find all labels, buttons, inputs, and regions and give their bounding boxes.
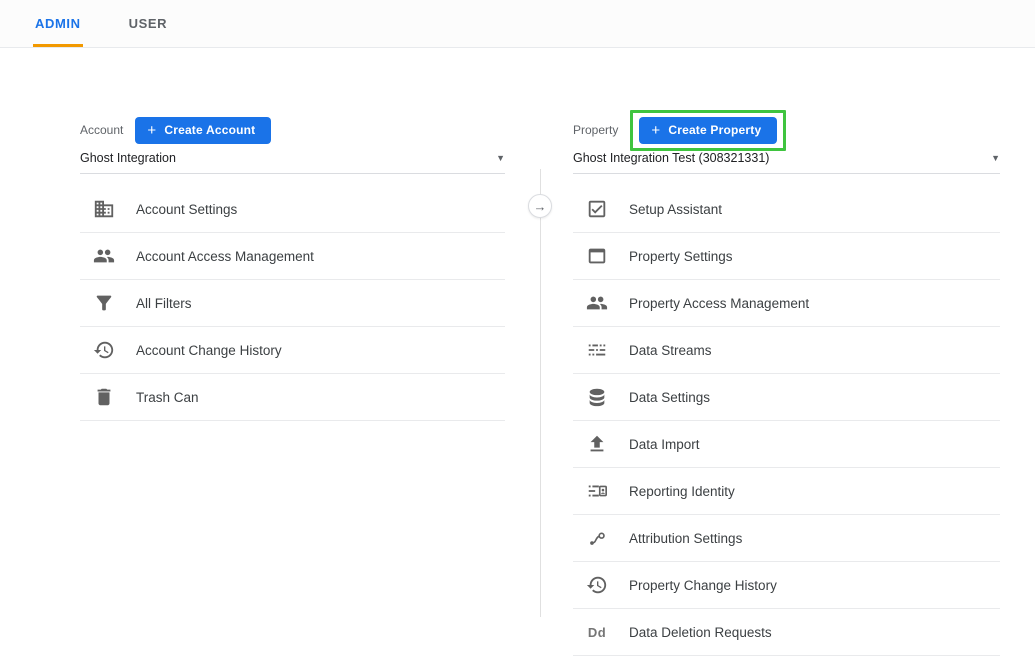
menu-item-label: All Filters: [136, 296, 192, 311]
account-menu: Account Settings Account Access Managemen…: [80, 186, 505, 421]
menu-item-label: Property Change History: [629, 578, 777, 593]
database-icon: [585, 385, 609, 409]
admin-user-tabbar: ADMIN USER: [0, 0, 1035, 48]
create-property-button[interactable]: + Create Property: [639, 117, 777, 144]
reporting-identity-icon: [585, 479, 609, 503]
trash-icon: [92, 385, 116, 409]
menu-item-data-deletion-requests[interactable]: Dd Data Deletion Requests: [573, 609, 1000, 656]
menu-item-label: Setup Assistant: [629, 202, 722, 217]
property-label: Property: [573, 123, 618, 137]
menu-item-data-streams[interactable]: Data Streams: [573, 327, 1000, 374]
tab-user[interactable]: USER: [129, 0, 168, 47]
menu-item-label: Property Settings: [629, 249, 733, 264]
arrow-right-icon: →: [534, 200, 547, 213]
account-selector-value: Ghost Integration: [80, 151, 176, 165]
people-icon: [92, 244, 116, 268]
web-asset-icon: [585, 244, 609, 268]
menu-item-property-access-management[interactable]: Property Access Management: [573, 280, 1000, 327]
people-icon: [585, 291, 609, 315]
menu-item-setup-assistant[interactable]: Setup Assistant: [573, 186, 1000, 233]
property-selector[interactable]: Ghost Integration Test (308321331) ▼: [573, 151, 1000, 174]
dropdown-arrow-icon: ▼: [991, 153, 1000, 163]
menu-item-label: Reporting Identity: [629, 484, 735, 499]
menu-item-label: Data Import: [629, 437, 700, 452]
create-account-label: Create Account: [164, 123, 255, 137]
create-account-button[interactable]: + Create Account: [135, 117, 271, 144]
menu-item-label: Data Settings: [629, 390, 710, 405]
create-property-label: Create Property: [668, 123, 761, 137]
history-icon: [92, 338, 116, 362]
menu-item-account-change-history[interactable]: Account Change History: [80, 327, 505, 374]
attribution-icon: [585, 526, 609, 550]
property-header: Property + Create Property: [573, 109, 1000, 151]
menu-item-attribution-settings[interactable]: Attribution Settings: [573, 515, 1000, 562]
menu-item-trash-can[interactable]: Trash Can: [80, 374, 505, 421]
menu-item-label: Account Access Management: [136, 249, 314, 264]
menu-item-data-settings[interactable]: Data Settings: [573, 374, 1000, 421]
property-menu: Setup Assistant Property Settings Property…: [573, 186, 1000, 656]
account-header: Account + Create Account: [80, 109, 505, 151]
menu-item-label: Account Change History: [136, 343, 282, 358]
menu-item-data-import[interactable]: Data Import: [573, 421, 1000, 468]
dd-icon: Dd: [585, 620, 609, 644]
property-selector-value: Ghost Integration Test (308321331): [573, 151, 769, 165]
menu-item-label: Account Settings: [136, 202, 237, 217]
dropdown-arrow-icon: ▼: [496, 153, 505, 163]
account-label: Account: [80, 123, 123, 137]
account-column: Account + Create Account Ghost Integrati…: [80, 109, 505, 421]
setup-check-icon: [585, 197, 609, 221]
menu-item-account-access-management[interactable]: Account Access Management: [80, 233, 505, 280]
column-divider: →: [540, 169, 541, 617]
admin-panel: Account + Create Account Ghost Integrati…: [0, 49, 1035, 617]
property-column: Property + Create Property Ghost Integra…: [573, 109, 1000, 656]
upload-icon: [585, 432, 609, 456]
menu-item-label: Attribution Settings: [629, 531, 742, 546]
history-icon: [585, 573, 609, 597]
data-streams-icon: [585, 338, 609, 362]
create-property-highlight: + Create Property: [630, 110, 786, 151]
business-icon: [92, 197, 116, 221]
menu-item-label: Property Access Management: [629, 296, 809, 311]
menu-item-label: Data Streams: [629, 343, 712, 358]
plus-icon: +: [651, 123, 660, 138]
menu-item-all-filters[interactable]: All Filters: [80, 280, 505, 327]
menu-item-label: Data Deletion Requests: [629, 625, 772, 640]
menu-item-reporting-identity[interactable]: Reporting Identity: [573, 468, 1000, 515]
filter-icon: [92, 291, 116, 315]
menu-item-label: Trash Can: [136, 390, 199, 405]
menu-item-account-settings[interactable]: Account Settings: [80, 186, 505, 233]
tab-admin[interactable]: ADMIN: [35, 0, 81, 47]
menu-item-property-change-history[interactable]: Property Change History: [573, 562, 1000, 609]
collapse-column-button[interactable]: →: [528, 194, 552, 218]
account-selector[interactable]: Ghost Integration ▼: [80, 151, 505, 174]
menu-item-property-settings[interactable]: Property Settings: [573, 233, 1000, 280]
plus-icon: +: [147, 123, 156, 138]
